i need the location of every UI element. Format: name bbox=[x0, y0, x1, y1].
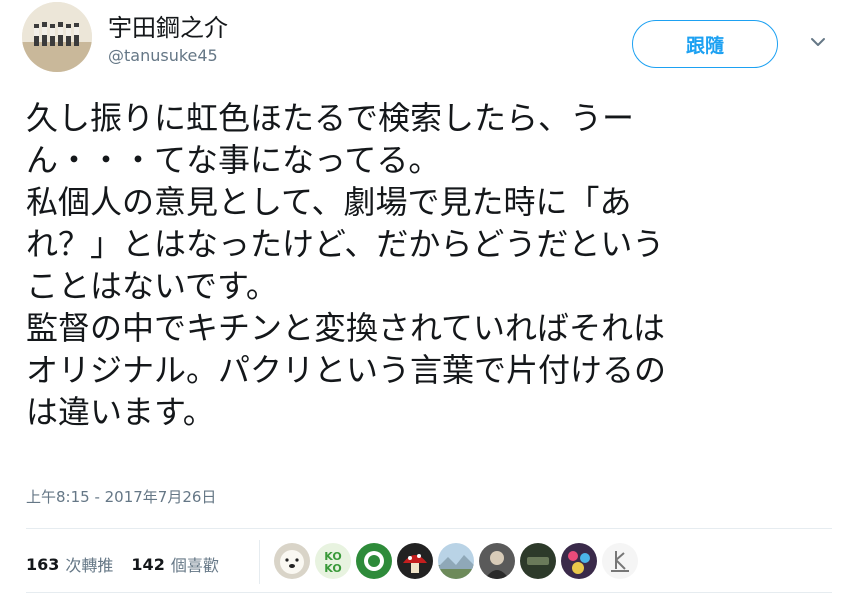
liker-avatar[interactable] bbox=[356, 543, 392, 579]
tweet-stats: 163 次轉推 142 個喜歡 bbox=[26, 552, 237, 576]
tweet-text-line: ん・・・てな事になってる。 bbox=[26, 141, 441, 179]
liker-avatar[interactable] bbox=[397, 543, 433, 579]
divider bbox=[26, 528, 832, 529]
liker-avatar[interactable] bbox=[479, 543, 515, 579]
liker-avatar[interactable] bbox=[561, 543, 597, 579]
tweet-text-line: 私個人の意見として、劇場で見た時に「あ bbox=[26, 183, 632, 221]
divider bbox=[26, 592, 832, 593]
like-count: 142 bbox=[131, 554, 165, 574]
liker-avatar[interactable] bbox=[520, 543, 556, 579]
tweet-timestamp[interactable]: 上午8:15 - 2017年7月26日 bbox=[26, 486, 216, 507]
svg-text:KO: KO bbox=[324, 562, 341, 575]
tweet-text: 久し振りに虹色ほたるで検索したら、うー ん・・・てな事になってる。 私個人の意見… bbox=[26, 97, 841, 433]
like-stat[interactable]: 142 個喜歡 bbox=[131, 552, 218, 576]
stats-separator bbox=[259, 540, 260, 584]
user-avatar[interactable] bbox=[22, 2, 92, 72]
retweet-count: 163 bbox=[26, 554, 60, 574]
tweet-text-line: ことはないです。 bbox=[26, 267, 278, 305]
follow-button[interactable]: 跟隨 bbox=[632, 20, 778, 68]
liker-avatar[interactable] bbox=[274, 543, 310, 579]
retweet-stat[interactable]: 163 次轉推 bbox=[26, 552, 113, 576]
user-display-name[interactable]: 宇田鋼之介 bbox=[108, 8, 228, 43]
tweet-text-line: オリジナル。パクリという言葉で片付けるの bbox=[26, 351, 667, 389]
liker-avatar[interactable]: KO KO bbox=[315, 543, 351, 579]
retweet-label: 次轉推 bbox=[65, 556, 114, 575]
liker-avatar[interactable] bbox=[438, 543, 474, 579]
liker-avatar[interactable] bbox=[602, 543, 638, 579]
chevron-down-icon[interactable] bbox=[808, 32, 828, 52]
tweet-text-line: れ？」とはなったけど、だからどうだという bbox=[26, 225, 665, 263]
liker-avatars: KO KO bbox=[274, 543, 643, 579]
tweet-text-line: 監督の中でキチンと変換されていればそれは bbox=[26, 309, 666, 347]
tweet-text-line: 久し振りに虹色ほたるで検索したら、うー bbox=[26, 99, 635, 137]
tweet-text-line: は違います。 bbox=[26, 393, 215, 431]
like-label: 個喜歡 bbox=[170, 556, 219, 575]
user-handle[interactable]: @tanusuke45 bbox=[108, 46, 218, 65]
